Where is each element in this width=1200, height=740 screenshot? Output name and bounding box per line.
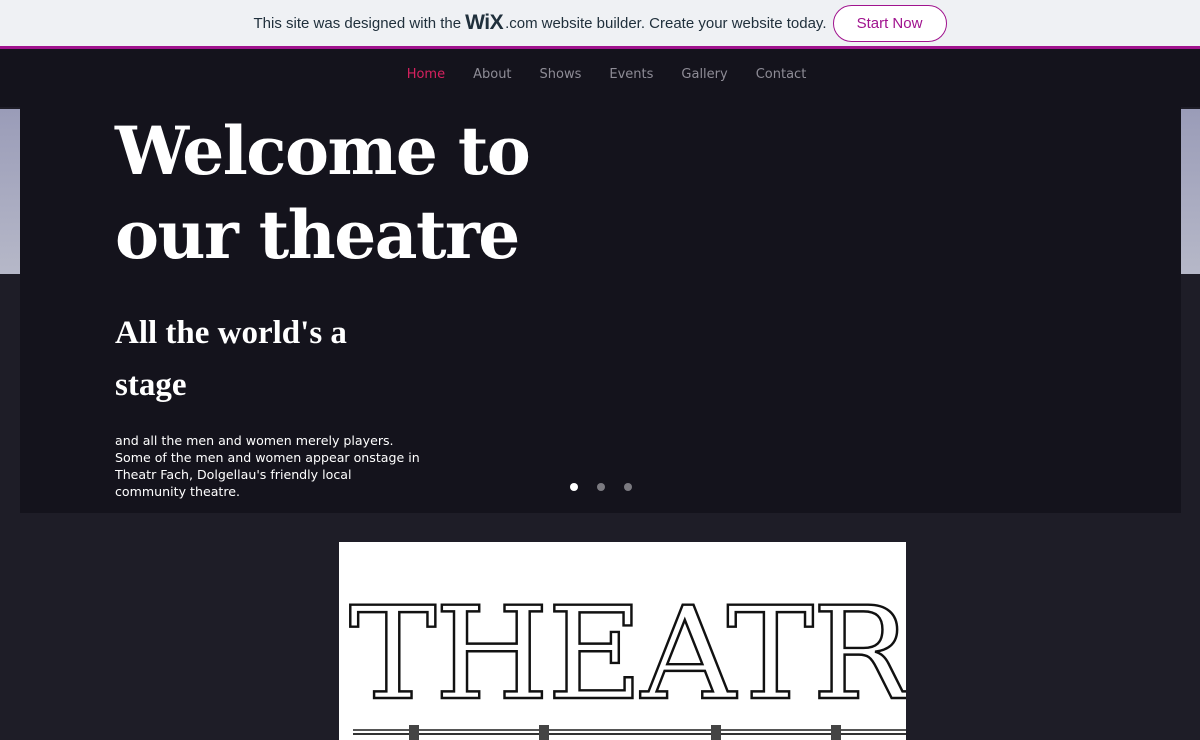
theatr-logo-image: THEATR [339,542,906,740]
slide-dot-3[interactable] [624,483,632,491]
wix-logo[interactable]: WiX [465,11,503,35]
nav-item-about[interactable]: About [473,67,511,82]
nav-item-events[interactable]: Events [609,67,653,82]
slide-dot-2[interactable] [597,483,605,491]
hero-slideshow: Welcome to our theatre All the world's a… [20,107,1181,513]
hero-title-line-1: Welcome to [115,112,531,190]
hero-body-line-3: Theatr Fach, Dolgellau's friendly local [115,467,352,482]
hero-subtitle-line-1: All the world's a [115,315,347,351]
wix-banner-text-before: This site was designed with the [253,14,462,32]
hero-title: Welcome to our theatre [115,109,575,277]
start-now-button[interactable]: Start Now [832,4,947,42]
background-strip-right [1181,109,1200,274]
slide-dot-1[interactable] [570,483,578,491]
nav-item-home[interactable]: Home [407,67,445,82]
nav-item-shows[interactable]: Shows [540,67,582,82]
slideshow-nav-dots [570,483,651,491]
hero-body-line-4: community theatre. [115,484,240,499]
hero-subtitle-line-2: stage [115,367,187,403]
wix-banner-content: This site was designed with the WiX .com … [253,4,947,42]
hero-title-line-2: our theatre [115,196,520,274]
nav-item-contact[interactable]: Contact [756,67,807,82]
main-nav: Home About Shows Events Gallery Contact [0,49,1200,99]
background-strip-left [0,109,20,274]
hero-subtitle: All the world's a stage [115,307,435,411]
theatr-logo-text: THEATR [349,580,906,729]
wix-banner-text-after: website builder. Create your website tod… [541,14,827,32]
site-header: Home About Shows Events Gallery Contact [0,49,1200,107]
wix-dotcom: .com [505,14,538,32]
nav-item-gallery[interactable]: Gallery [681,67,727,82]
hero-body-line-1: and all the men and women merely players… [115,433,394,448]
wix-banner: This site was designed with the WiX .com … [0,0,1200,46]
hero-body-text: and all the men and women merely players… [115,432,425,500]
hero-body-line-2: Some of the men and women appear onstage… [115,450,420,465]
theatr-logo-graphic: THEATR [348,579,906,740]
nav-list: Home About Shows Events Gallery Contact [393,67,821,82]
